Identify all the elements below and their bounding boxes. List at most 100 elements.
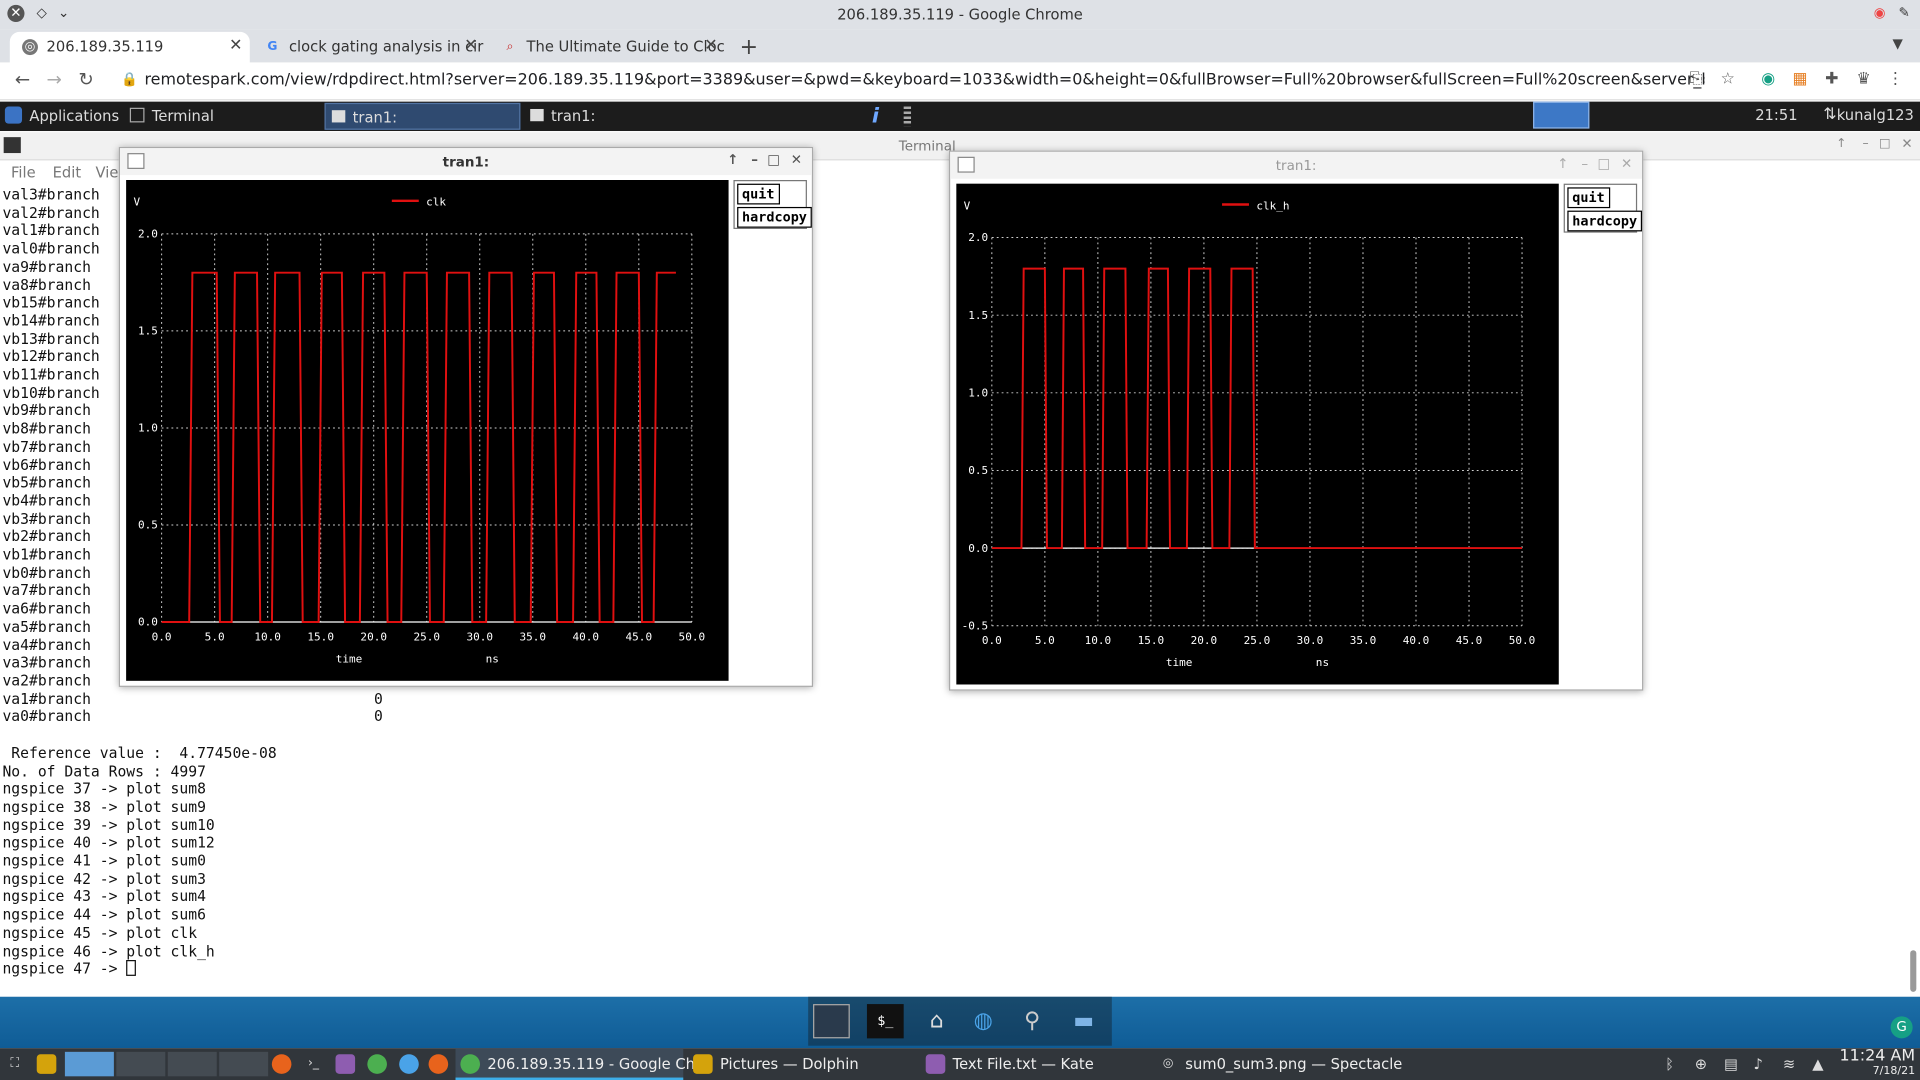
extension-grid-icon[interactable]: ▦ [1790,70,1810,90]
maximize-icon[interactable]: □ [1879,137,1891,150]
virtual-desktop-2[interactable] [116,1051,166,1077]
virtual-desktop-3[interactable] [167,1051,217,1077]
updates-icon[interactable]: ⊕ [1695,1056,1707,1073]
maximize-icon[interactable]: □ [767,152,780,168]
back-icon[interactable]: ← [15,69,30,91]
network-icon[interactable]: ⇅ [1823,105,1836,123]
x-tick-label: 25.0 [413,630,440,643]
grammarly-icon[interactable]: G [1890,1016,1913,1039]
y-tick-label: 1.0 [968,386,988,399]
app-finder-icon[interactable]: ⚲ [1014,1004,1051,1038]
minimize-icon[interactable]: – [1581,156,1588,172]
tab-remote-desktop[interactable]: ◎ 206.189.35.119 ✕ [9,31,250,63]
plot-window-title-bar: tran1: ↑ – □ ✕ [950,151,1643,179]
close-tab-icon[interactable]: ✕ [704,37,717,55]
panel-user[interactable]: kunalg123 [1837,107,1914,124]
maximize-icon[interactable]: □ [1597,156,1610,172]
reload-icon[interactable]: ↻ [78,69,93,91]
virtual-desktop-4[interactable] [219,1051,269,1077]
file-manager-icon[interactable]: ▬ [1065,1004,1102,1038]
minimize-icon[interactable]: – [751,152,758,168]
profile-icon[interactable]: ♛ [1854,70,1874,90]
close-icon[interactable]: ✕ [791,152,802,168]
tab-label: The Ultimate Guide to Cloc [526,37,725,56]
plot-window-clk-h[interactable]: tran1: ↑ – □ ✕ 0.0 5.0 10.0 15.0 20.0 25.0 30.… [948,150,1644,691]
menu-icon[interactable]: ⋮ [1886,70,1906,90]
chrome-icon [460,1054,481,1074]
x-tick-label: 40.0 [1403,634,1430,647]
keep-above-icon[interactable]: ↑ [1836,137,1846,150]
kate-icon [925,1054,946,1074]
home-folder-icon[interactable]: ⌂ [918,1004,955,1038]
tab-ultimate-guide[interactable]: ⌕ The Ultimate Guide to Cloc ✕ [490,32,725,63]
quit-button[interactable]: quit [1567,187,1610,209]
close-icon[interactable]: ✕ [1621,156,1632,172]
tab-search-icon[interactable]: ▼ [1892,36,1902,52]
show-desktop-icon[interactable] [813,1004,850,1039]
terminal-prompt[interactable]: ngspice 47 -> [2,960,382,978]
window-menu-icon[interactable] [957,156,975,173]
taskbar-clock[interactable]: 11:24 AM 7/18/21 [1840,1048,1916,1079]
clipboard-icon[interactable]: ▤ [1724,1056,1738,1073]
folder-icon[interactable] [36,1054,57,1074]
app-icon[interactable] [399,1054,419,1074]
panel-terminal-button[interactable]: Terminal [125,103,321,130]
panel-tran1-button[interactable]: tran1: [324,102,521,130]
pin-icon[interactable]: ✎ [1896,5,1913,22]
taskbar-item-chrome[interactable]: 206.189.35.119 - Google Ch... [455,1048,709,1080]
firefox-icon[interactable] [271,1054,292,1074]
window-menu-icon[interactable] [127,153,145,169]
app-launcher-icon[interactable]: ⛶ [5,1054,25,1074]
quit-button[interactable]: quit [737,183,780,205]
close-icon[interactable]: ✕ [1901,136,1912,152]
terminal-line: ngspice 45 -> plot clk [2,924,198,942]
window-icon [331,110,346,123]
web-browser-icon[interactable]: ◍ [965,1004,1002,1038]
clipboard-icon[interactable]: ⎘ [1686,70,1706,90]
app-icon[interactable] [335,1054,356,1074]
address-bar[interactable]: 🔒 remotespark.com/view/rdpdirect.html?se… [113,67,1705,95]
keep-above-icon[interactable]: ↑ [727,152,738,168]
terminal-scrollbar[interactable] [1910,950,1917,992]
wifi-icon[interactable]: ≋ [1783,1056,1795,1073]
menu-file[interactable]: File [11,164,36,181]
chrome-icon[interactable] [367,1054,387,1074]
terminal-line: va0#branch 0 [2,708,383,726]
panel-item-label: tran1: [352,108,398,127]
terminal-launcher-icon[interactable]: $_ [866,1004,904,1039]
y-tick-label: 1.5 [968,309,988,322]
tab-clock-gating[interactable]: G clock gating analysis in cir ✕ [252,32,485,63]
grammarly-icon[interactable]: ◉ [1758,70,1778,90]
taskbar-item-spectacle[interactable]: ◎ sum0_sum3.png — Spectacle [1153,1048,1403,1080]
hardcopy-button[interactable]: hardcopy [1567,210,1643,232]
forward-icon[interactable]: → [47,69,62,91]
menu-view[interactable]: View [96,164,118,181]
terminal-line: ngspice 46 -> plot clk_h [2,942,215,960]
bookmark-star-icon[interactable]: ☆ [1718,70,1738,90]
hardcopy-button[interactable]: hardcopy [737,206,812,228]
taskbar-item-dolphin[interactable]: Pictures — Dolphin [688,1048,916,1080]
info-icon[interactable]: i [872,104,879,128]
host-taskbar: ⛶ ›_ 206.189.35.119 - Google Ch... Pictu… [0,1048,1920,1080]
panel-tran1-button-2[interactable]: tran1: [524,103,720,130]
virtual-desktop-1[interactable] [64,1051,114,1077]
close-tab-icon[interactable]: ✕ [464,37,477,55]
bluetooth-icon[interactable]: ᛒ [1665,1056,1674,1073]
menu-edit[interactable]: Edit [53,164,81,181]
close-tab-icon[interactable]: ✕ [229,37,242,55]
minimize-icon[interactable]: – [1862,137,1868,150]
konsole-icon[interactable]: ›_ [304,1054,324,1074]
extensions-puzzle-icon[interactable]: ✚ [1822,70,1842,90]
firefox-icon[interactable] [428,1054,449,1074]
new-tab-button[interactable]: + [740,34,758,60]
workspace-switcher[interactable] [1533,101,1590,129]
tray-expand-icon[interactable]: ▲ [1812,1056,1823,1073]
remote-top-panel: Applications Terminal tran1: tran1: i 21… [0,101,1920,132]
legend-label: clk [426,196,446,209]
applications-menu[interactable]: Applications [4,106,119,125]
taskbar-item-kate[interactable]: Text File.txt — Kate [921,1048,1149,1080]
plot-window-clk[interactable]: tran1: ↑ – □ ✕ 0.0 5.0 10.0 15.0 20.0 25.0 30.… [118,146,814,687]
url-text: remotespark.com/view/rdpdirect.html?serv… [144,71,1705,90]
keep-above-icon[interactable]: ↑ [1557,156,1568,172]
volume-icon[interactable]: ♪ [1753,1056,1762,1073]
